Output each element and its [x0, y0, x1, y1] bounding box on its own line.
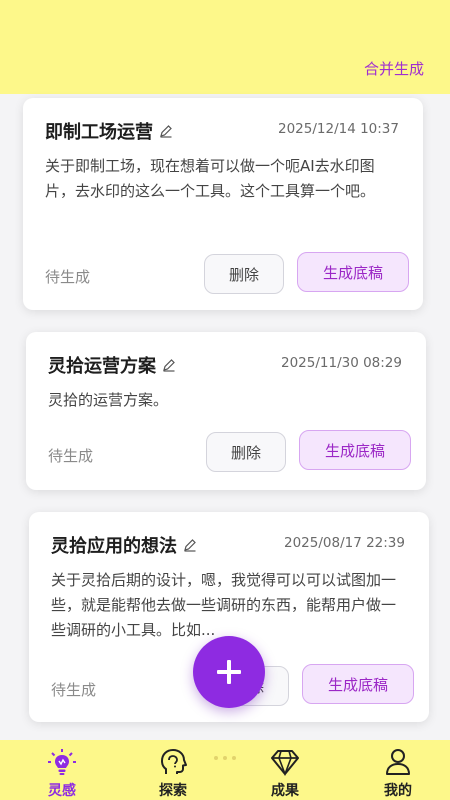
nav-label: 探索 — [159, 783, 187, 799]
card-timestamp: 2025/12/14 10:37 — [277, 121, 399, 137]
card-status: 待生成 — [48, 447, 94, 465]
top-bar: 合并生成 — [0, 0, 450, 94]
delete-button[interactable]: 删除 — [204, 254, 284, 294]
card-title-row: 灵拾运营方案 — [48, 352, 176, 378]
card-content: 关于灵拾后期的设计，嗯，我觉得可以可以试图加一些，就是能帮他去做一些调研的东西，… — [51, 571, 397, 639]
bottom-navigation: 灵感 探索 成果 我的 — [0, 740, 450, 800]
idea-card[interactable]: 灵拾运营方案 2025/11/30 08:29 灵拾的运营方案。 待生成 删除 … — [26, 332, 426, 490]
idea-card[interactable]: 即制工场运营 2025/12/14 10:37 关于即制工场，现在想着可以做一个… — [23, 98, 423, 310]
add-idea-button[interactable] — [193, 636, 265, 708]
nav-label: 成果 — [271, 783, 299, 799]
merge-generate-button[interactable]: 合并生成 — [364, 58, 424, 79]
card-title: 即制工场运营 — [45, 122, 153, 143]
card-status: 待生成 — [51, 681, 97, 699]
card-title-row: 灵拾应用的想法 — [51, 532, 197, 558]
card-title: 灵拾运营方案 — [48, 356, 156, 377]
card-timestamp: 2025/11/30 08:29 — [280, 355, 402, 371]
head-icon — [161, 749, 187, 774]
nav-item-inspiration[interactable]: 灵感 — [27, 748, 97, 800]
generate-draft-button[interactable]: 生成底稿 — [302, 664, 414, 704]
diamond-icon — [271, 750, 299, 776]
card-content: 关于即制工场，现在想着可以做一个呃AI去水印图片，去水印的这么一个工具。这个工具… — [45, 157, 376, 200]
nav-item-explore[interactable]: 探索 — [138, 748, 208, 800]
edit-icon[interactable] — [183, 538, 197, 552]
generate-draft-button[interactable]: 生成底稿 — [297, 252, 409, 292]
nav-item-profile[interactable]: 我的 — [363, 748, 433, 800]
card-title-row: 即制工场运营 — [45, 118, 173, 144]
plus-icon — [217, 660, 241, 684]
edit-icon[interactable] — [159, 124, 173, 138]
page-dot — [232, 756, 236, 760]
card-title: 灵拾应用的想法 — [51, 536, 177, 557]
edit-icon[interactable] — [162, 358, 176, 372]
nav-label: 我的 — [384, 783, 412, 799]
card-timestamp: 2025/08/17 22:39 — [283, 535, 405, 551]
nav-label: 灵感 — [48, 783, 76, 799]
nav-item-results[interactable]: 成果 — [250, 748, 320, 800]
card-status: 待生成 — [45, 268, 91, 286]
card-content: 灵拾的运营方案。 — [48, 391, 169, 409]
lightbulb-icon — [48, 749, 76, 775]
delete-button[interactable]: 删除 — [206, 432, 286, 472]
page-dot — [223, 756, 227, 760]
generate-draft-button[interactable]: 生成底稿 — [299, 430, 411, 470]
page-indicator — [214, 756, 236, 760]
page-dot — [214, 756, 218, 760]
user-icon — [386, 749, 410, 775]
